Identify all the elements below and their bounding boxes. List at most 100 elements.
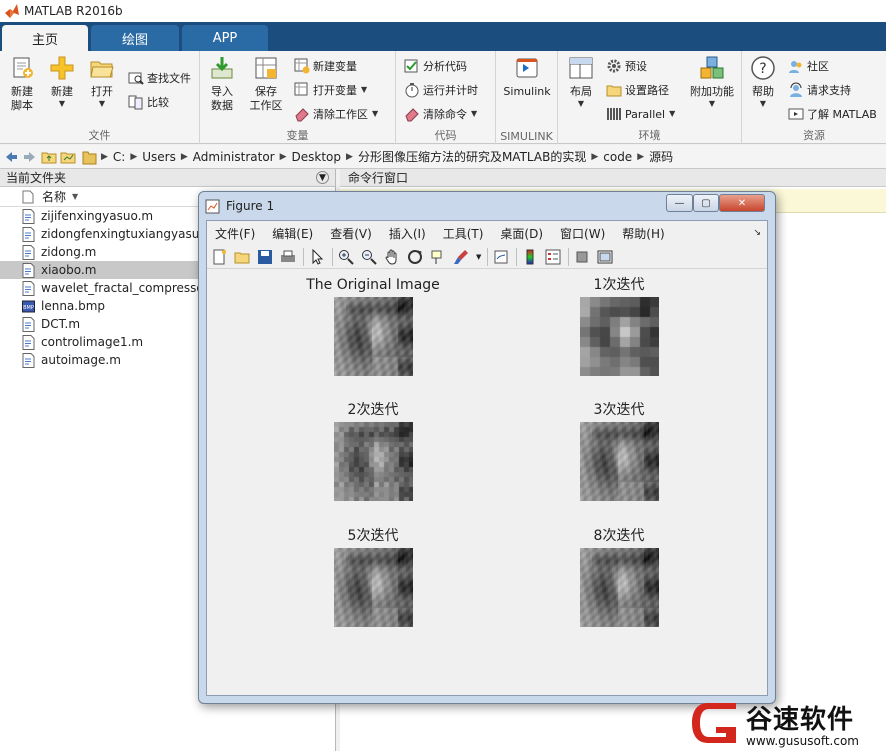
save-workspace-button[interactable]: 保存 工作区 [248, 55, 284, 113]
menu-file[interactable]: 文件(F) [215, 225, 255, 242]
subplot[interactable]: The Original Image [283, 276, 463, 376]
link-plot-icon[interactable] [493, 249, 509, 265]
chevron-down-icon: ▼ [372, 109, 379, 118]
panel-menu-icon[interactable]: ▼ [316, 171, 329, 184]
minimize-button[interactable]: — [666, 194, 693, 212]
close-button[interactable]: ✕ [719, 194, 765, 212]
zoom-out-icon[interactable] [361, 249, 377, 265]
tab-home[interactable]: 主页 [2, 25, 88, 51]
menu-tools[interactable]: 工具(T) [443, 225, 484, 242]
find-files-button[interactable]: 查找文件 [128, 68, 191, 88]
simulink-button[interactable]: Simulink [500, 55, 554, 99]
subplot[interactable]: 1次迭代 [529, 276, 709, 376]
subplot[interactable]: 5次迭代 [283, 527, 463, 627]
breadcrumb-item[interactable]: code [598, 150, 637, 164]
chevron-down-icon: ▼ [577, 99, 585, 108]
browse-folder-icon[interactable] [60, 149, 76, 165]
plus-icon [50, 56, 74, 80]
file-name: lenna.bmp [41, 299, 106, 313]
new-variable-button[interactable]: 新建变量 [294, 56, 357, 76]
parallel-button[interactable]: Parallel ▼ [606, 104, 675, 124]
chevron-down-icon: ▼ [361, 85, 368, 94]
up-folder-icon[interactable] [41, 149, 57, 165]
menu-view[interactable]: 查看(V) [330, 225, 372, 242]
separator-icon: ▶ [346, 151, 353, 162]
m-file-icon [22, 226, 35, 242]
add-ons-button[interactable]: 附加功能 ▼ [688, 55, 736, 109]
set-path-button[interactable]: 设置路径 [606, 80, 669, 100]
menu-window[interactable]: 窗口(W) [560, 225, 605, 242]
open-variable-button[interactable]: 打开变量 ▼ [294, 80, 367, 100]
pointer-icon[interactable] [309, 248, 325, 265]
menu-insert[interactable]: 插入(I) [389, 225, 426, 242]
import-data-button[interactable]: 导入 数据 [206, 55, 238, 113]
group-label-environment: 环境 [638, 129, 661, 142]
figure-client-area: 文件(F) 编辑(E) 查看(V) 插入(I) 工具(T) 桌面(D) 窗口(W… [206, 220, 768, 696]
save-icon[interactable] [257, 249, 273, 265]
breadcrumb-item[interactable]: 源码 [644, 148, 678, 165]
menu-desktop[interactable]: 桌面(D) [500, 225, 543, 242]
request-support-button[interactable]: 请求支持 [788, 80, 851, 100]
help-icon: ? [751, 56, 775, 80]
breadcrumb-item[interactable]: Users [137, 150, 181, 164]
forward-arrow-icon[interactable] [22, 149, 38, 165]
new-button[interactable]: 新建 ▼ [46, 55, 78, 109]
dock-arrow-icon[interactable]: ↘ [753, 228, 761, 238]
learn-matlab-button[interactable]: 了解 MATLAB [788, 104, 877, 124]
preferences-button[interactable]: 预设 [606, 56, 647, 76]
new-figure-icon[interactable] [211, 249, 227, 265]
breadcrumb-item[interactable]: Desktop [287, 150, 347, 164]
new-variable-icon [294, 58, 310, 74]
breadcrumb-item[interactable]: C: [108, 150, 130, 164]
back-arrow-icon[interactable] [3, 149, 19, 165]
subplot[interactable]: 2次迭代 [283, 401, 463, 501]
community-button[interactable]: 社区 [788, 56, 829, 76]
clear-workspace-button[interactable]: 清除工作区 ▼ [294, 104, 378, 124]
figure-window: Figure 1 — ▢ ✕ 文件(F) 编辑(E) 查看(V) 插入(I) 工… [198, 191, 776, 704]
file-name: autoimage.m [41, 353, 121, 367]
run-and-time-button[interactable]: 运行并计时 [404, 80, 478, 100]
open-button[interactable]: 打开 ▼ [86, 55, 118, 109]
breadcrumb-item[interactable]: 分形图像压缩方法的研究及MATLAB的实现 [353, 148, 591, 165]
subplot[interactable]: 8次迭代 [529, 527, 709, 627]
clear-commands-button[interactable]: 清除命令 ▼ [404, 104, 477, 124]
legend-icon[interactable] [545, 249, 561, 265]
menu-help[interactable]: 帮助(H) [622, 225, 664, 242]
show-plot-tools-icon[interactable] [597, 249, 613, 265]
find-files-label: 查找文件 [147, 72, 191, 85]
colorbar-icon[interactable] [522, 249, 538, 265]
ribbon-toolbar: 新建 脚本 新建 ▼ 打开 ▼ 查找文件 比较 文件 导入 数据 保存 工作区 … [0, 51, 886, 144]
app-title-bar: MATLAB R2016b [0, 0, 886, 22]
breadcrumb-item[interactable]: Administrator [188, 150, 280, 164]
new-script-button[interactable]: 新建 脚本 [6, 55, 38, 113]
m-file-icon [22, 208, 35, 224]
subplot[interactable]: 3次迭代 [529, 401, 709, 501]
compare-button[interactable]: 比较 [128, 92, 169, 112]
figure-canvas[interactable]: The Original Image 1次迭代 2次迭代 3次迭代 5次迭代 8次迭代 [207, 270, 767, 695]
rotate-3d-icon[interactable] [407, 249, 423, 265]
print-icon[interactable] [280, 249, 296, 265]
zoom-in-icon[interactable] [338, 249, 354, 265]
chevron-down-icon[interactable]: ▼ [476, 253, 481, 261]
tab-plots[interactable]: 绘图 [91, 25, 179, 51]
data-cursor-icon[interactable] [430, 249, 446, 265]
command-window-title: 命令行窗口 [348, 171, 409, 185]
breadcrumb: ▶ C: ▶ Users ▶ Administrator ▶ Desktop ▶… [82, 148, 678, 165]
layout-icon [569, 57, 593, 79]
tab-apps[interactable]: APP [182, 25, 268, 51]
help-button[interactable]: ? 帮助 ▼ [748, 55, 778, 109]
clear-workspace-label: 清除工作区 [313, 108, 368, 121]
open-file-icon[interactable] [234, 249, 250, 265]
add-ons-cubes-icon [700, 56, 724, 79]
maximize-button[interactable]: ▢ [693, 194, 719, 212]
subplot-image [579, 297, 659, 376]
pan-hand-icon[interactable] [384, 249, 400, 265]
brush-icon[interactable] [453, 249, 469, 265]
menu-edit[interactable]: 编辑(E) [272, 225, 313, 242]
m-file-icon [22, 280, 35, 296]
hide-plot-tools-icon[interactable] [574, 249, 590, 265]
layout-button[interactable]: 布局 ▼ [566, 55, 596, 109]
file-name: controlimage1.m [41, 335, 144, 349]
community-icon [789, 61, 802, 73]
analyze-code-button[interactable]: 分析代码 [404, 56, 467, 76]
